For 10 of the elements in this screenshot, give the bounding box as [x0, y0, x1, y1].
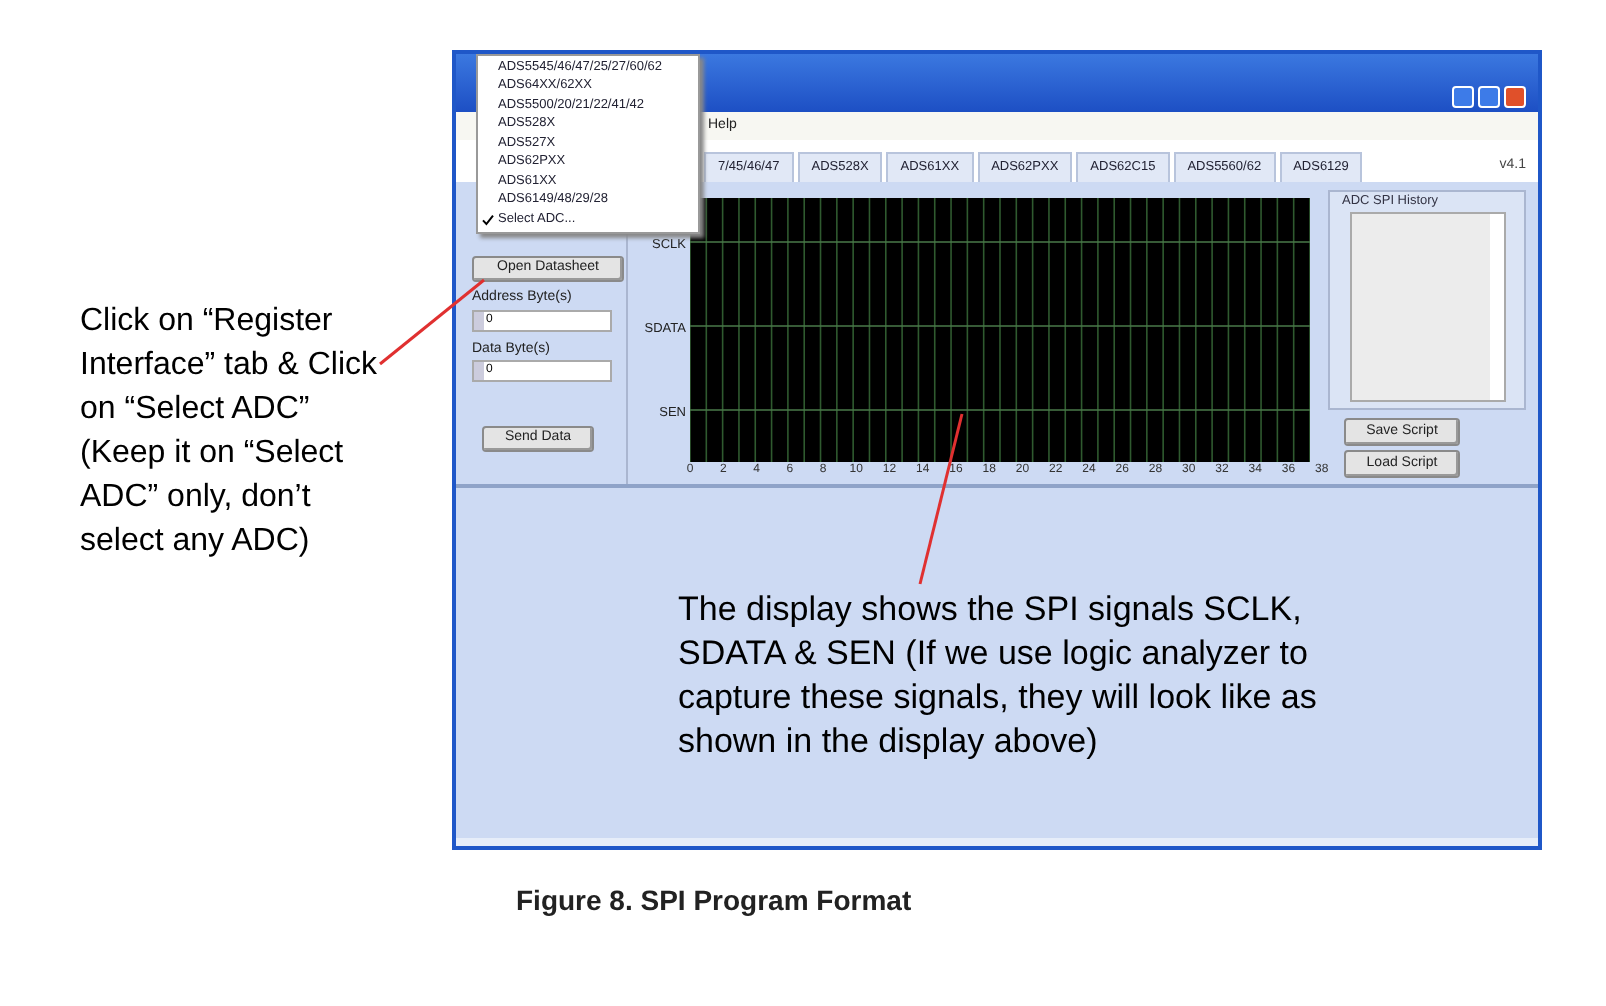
spinner-icon[interactable]: [474, 311, 484, 329]
close-icon[interactable]: [1504, 86, 1526, 108]
maximize-icon[interactable]: [1478, 86, 1500, 108]
check-icon: [482, 213, 494, 226]
minimize-icon[interactable]: [1452, 86, 1474, 108]
explanation-text: The display shows the SPI signals SCLK, SDATA & SEN (If we use logic analyzer to capture these signals, they will look like as shown in the display above): [678, 588, 1319, 764]
scrollbar-icon[interactable]: [1489, 213, 1503, 400]
figure-caption: Figure 8. SPI Program Format: [516, 882, 914, 920]
instruction-text: Click on “Register Interface” tab & Click on “Select ADC” (Keep it on “Select ADC” only, don’t select any ADC): [80, 302, 379, 562]
history-list[interactable]: [1349, 211, 1505, 402]
